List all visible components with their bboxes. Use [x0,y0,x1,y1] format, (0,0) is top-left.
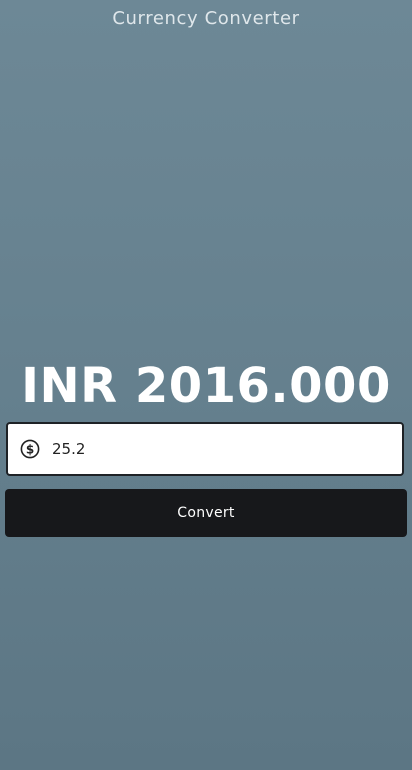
app-screen: Currency Converter INR 2016.000 $ Conver… [0,0,412,770]
app-title: Currency Converter [112,8,300,29]
convert-button[interactable]: Convert [5,489,407,537]
amount-input[interactable] [52,440,372,458]
converted-amount: INR 2016.000 [21,358,391,414]
dollar-icon: $ [20,439,40,459]
amount-field[interactable]: $ [6,422,404,476]
convert-button-label: Convert [177,505,235,521]
svg-text:$: $ [26,442,34,456]
